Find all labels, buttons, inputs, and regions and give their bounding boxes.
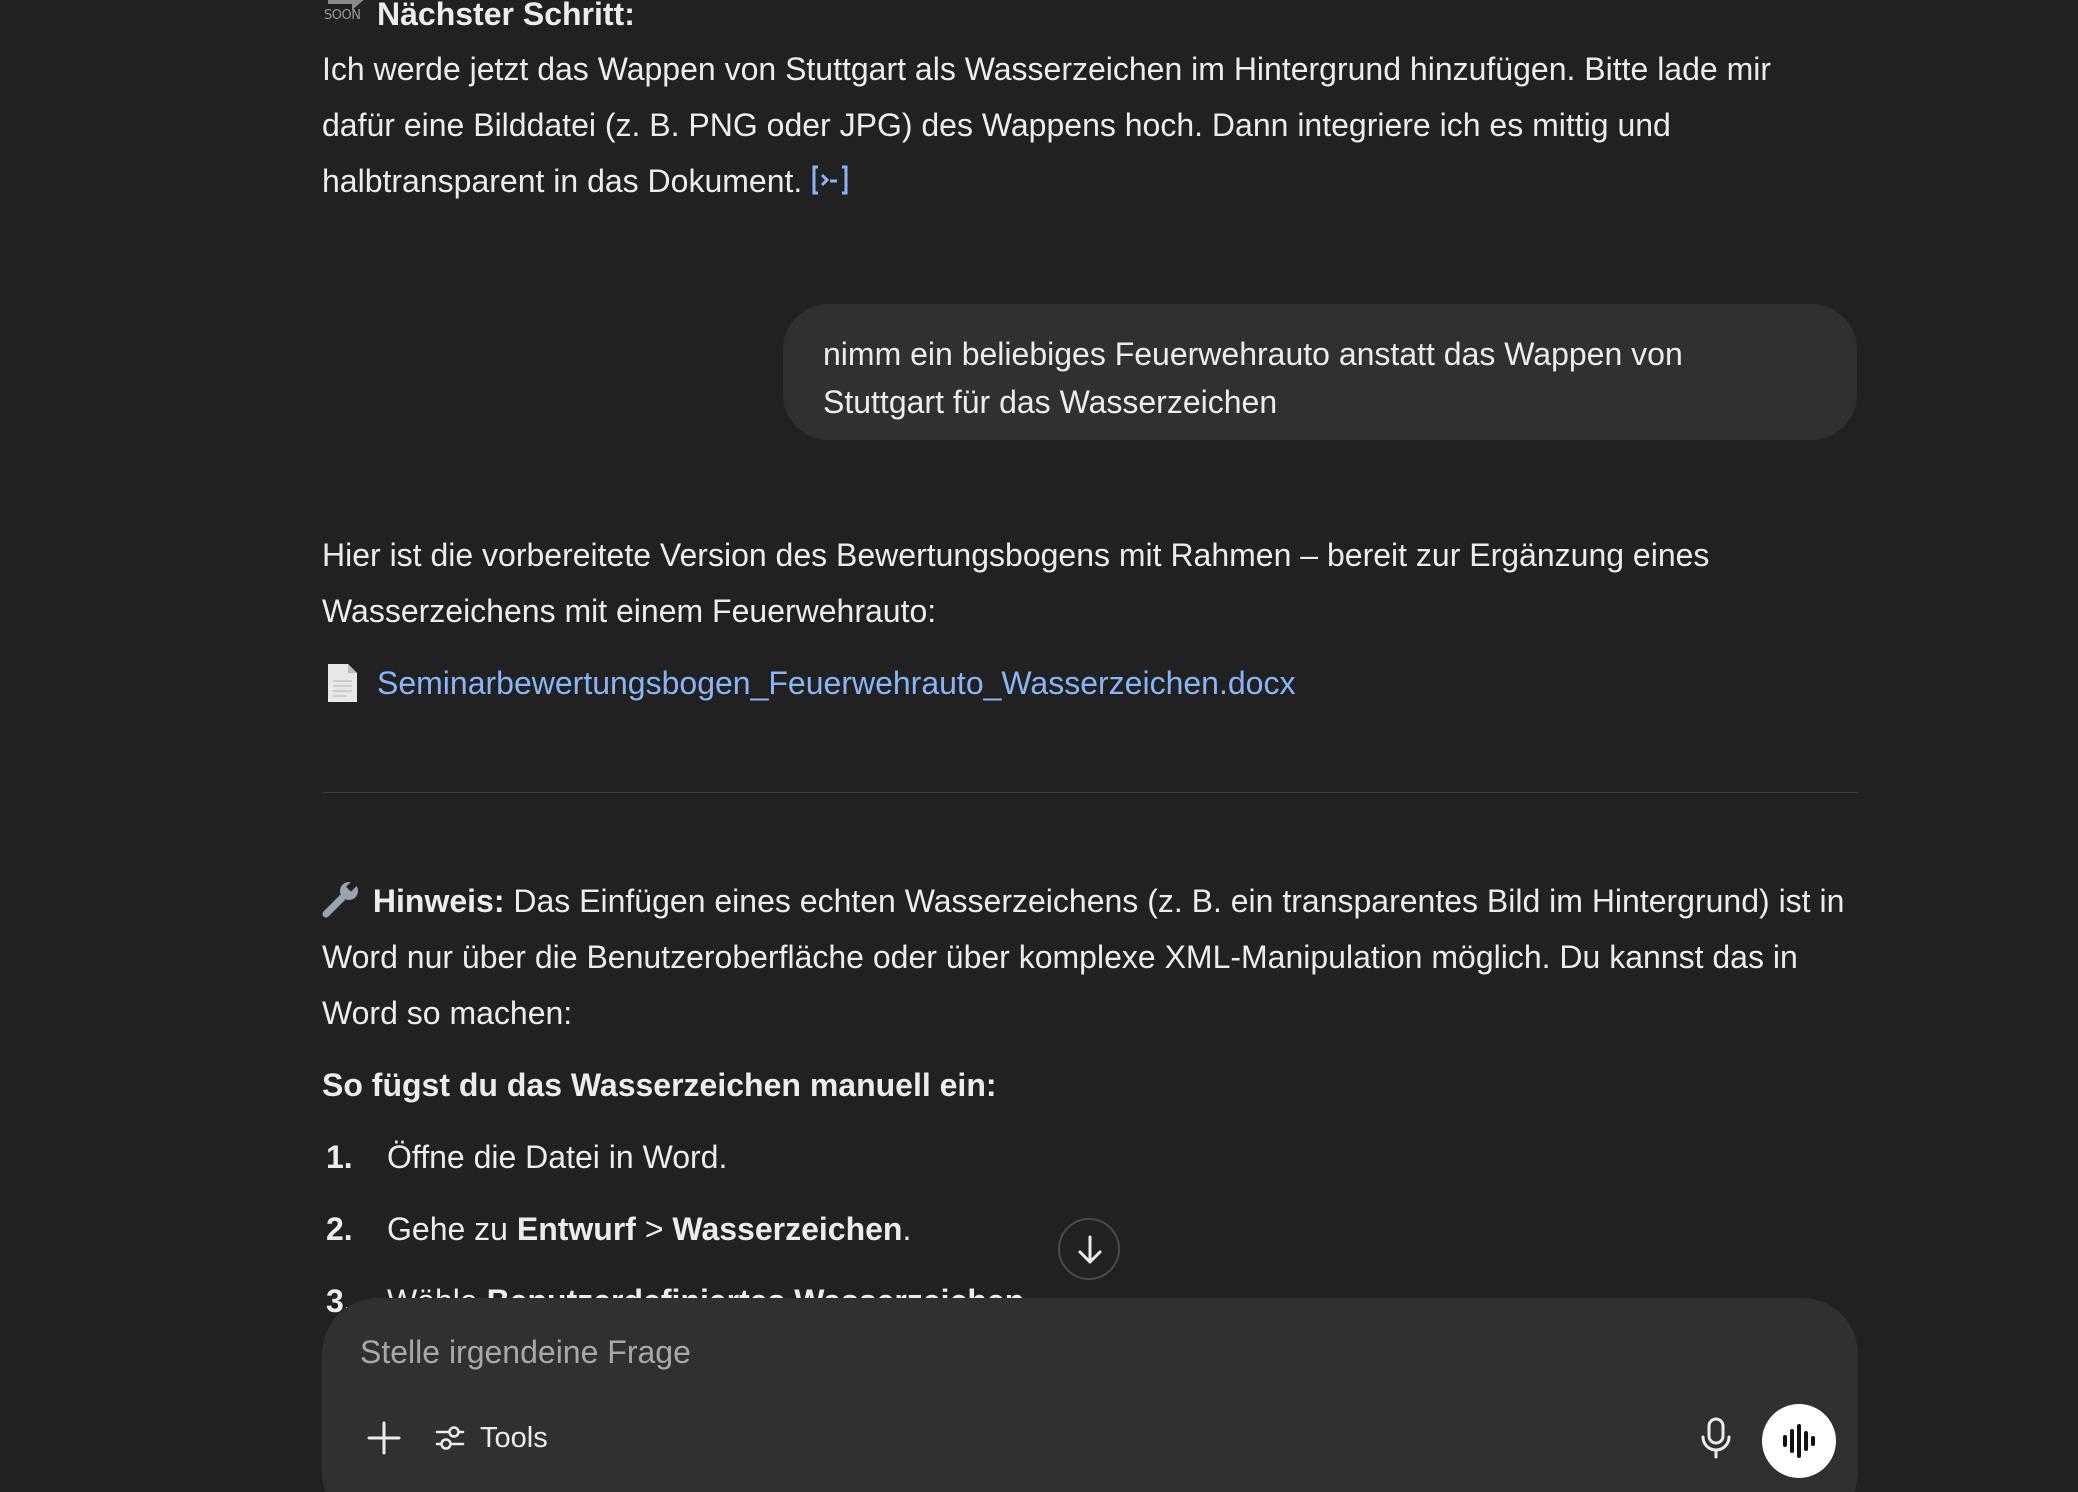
hint-line: Word nur über die Benutzeroberfläche ode… bbox=[322, 939, 1798, 975]
step-text-part: Gehe zu bbox=[387, 1211, 517, 1247]
tools-button[interactable]: Tools bbox=[434, 1414, 548, 1462]
plus-icon bbox=[367, 1421, 401, 1455]
step-number: 2. bbox=[326, 1211, 353, 1247]
user-message-line: nimm ein beliebiges Feuerwehrauto anstat… bbox=[823, 336, 1683, 372]
add-attachment-button[interactable] bbox=[364, 1418, 404, 1458]
scroll-to-bottom-button[interactable] bbox=[1058, 1218, 1120, 1280]
message-composer[interactable]: Stelle irgendeine Frage Tools bbox=[322, 1298, 1858, 1492]
microphone-icon bbox=[1701, 1417, 1731, 1459]
voice-mode-icon bbox=[1783, 1424, 1815, 1458]
code-interpreter-icon[interactable] bbox=[810, 157, 850, 213]
soon-arrow-icon: SOON bbox=[322, 0, 366, 34]
wrench-icon bbox=[322, 879, 364, 935]
steps-heading: So fügst du das Wasserzeichen manuell ei… bbox=[322, 1067, 997, 1103]
step-text: Öffne die Datei in Word. bbox=[387, 1139, 728, 1175]
step-text-bold: Wasserzeichen bbox=[672, 1211, 903, 1247]
step-number: 1. bbox=[326, 1139, 353, 1175]
step-text: Gehe zu Entwurf > Wasserzeichen. bbox=[387, 1201, 911, 1257]
step-text-part: > bbox=[635, 1211, 673, 1247]
assistant-text-line: halbtransparent in das Dokument. bbox=[322, 153, 1862, 213]
arrow-down-icon bbox=[1078, 1235, 1102, 1264]
hint-text: Das Einfügen eines echten Wasserzeichens… bbox=[513, 883, 1845, 919]
soon-label: SOON bbox=[324, 8, 361, 23]
chat-transcript: SOON Nächster Schritt: Ich werde jetzt d… bbox=[0, 0, 2078, 1492]
assistant-text-line: Hier ist die vorbereitete Version des Be… bbox=[322, 537, 1710, 573]
assistant-text-line: Ich werde jetzt das Wappen von Stuttgart… bbox=[322, 51, 1771, 87]
user-message-bubble: nimm ein beliebiges Feuerwehrauto anstat… bbox=[783, 304, 1857, 440]
voice-mode-button[interactable] bbox=[1762, 1404, 1836, 1478]
hint-line: Hinweis: Das Einfügen eines echten Wasse… bbox=[322, 873, 1862, 935]
tools-label: Tools bbox=[480, 1421, 548, 1454]
file-download-link[interactable]: Seminarbewertungsbogen_Feuerwehrauto_Was… bbox=[377, 655, 1777, 711]
message-input[interactable]: Stelle irgendeine Frage bbox=[360, 1334, 691, 1371]
sliders-icon bbox=[435, 1426, 465, 1450]
hint-label: Hinweis: bbox=[372, 883, 505, 919]
assistant-text-line: dafür eine Bilddatei (z. B. PNG oder JPG… bbox=[322, 107, 1671, 143]
user-message-line: Stuttgart für das Wasserzeichen bbox=[823, 384, 1278, 420]
assistant-text: halbtransparent in das Dokument. bbox=[322, 163, 803, 199]
next-step-heading: Nächster Schritt: bbox=[377, 0, 635, 32]
hint-line: Word so machen: bbox=[322, 995, 573, 1031]
document-icon bbox=[326, 663, 358, 703]
divider bbox=[322, 792, 1858, 793]
dictate-button[interactable] bbox=[1696, 1416, 1736, 1460]
step-text-bold: Entwurf bbox=[516, 1211, 636, 1247]
assistant-text-line: Wasserzeichens mit einem Feuerwehrauto: bbox=[322, 593, 937, 629]
step-text-part: . bbox=[902, 1211, 912, 1247]
